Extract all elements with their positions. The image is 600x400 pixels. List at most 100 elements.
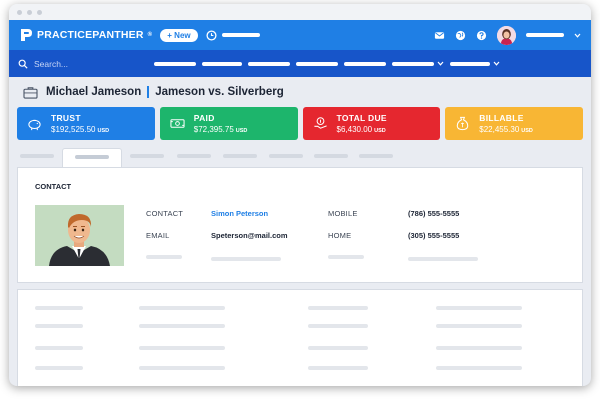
nav-label-placeholder — [392, 61, 434, 66]
row-placeholder — [308, 346, 368, 350]
contact-photo — [35, 205, 124, 266]
card-amount-line: $6,430.00 USD — [337, 125, 387, 134]
nav-item[interactable] — [248, 61, 290, 66]
new-button[interactable]: + New — [160, 28, 198, 42]
piggy-bank-icon — [28, 119, 41, 131]
search-icon — [18, 59, 28, 69]
money-bag-icon — [457, 116, 469, 131]
row-placeholder — [139, 306, 225, 310]
contact-label: CONTACT — [146, 209, 184, 218]
tab[interactable] — [177, 154, 211, 158]
total-due-card[interactable]: TOTAL DUE $6,430.00 USD — [302, 107, 441, 140]
row-placeholder — [35, 324, 83, 328]
contact-heading: CONTACT — [35, 182, 72, 191]
timer-icon[interactable] — [206, 29, 217, 41]
chevron-down-icon[interactable] — [574, 33, 581, 38]
row-placeholder — [308, 324, 368, 328]
contact-panel: CONTACT CONTACT Simon Peterson MOBILE (7… — [17, 167, 583, 283]
row-placeholder — [308, 306, 368, 310]
card-title: BILLABLE — [479, 113, 524, 123]
card-amount: $22,455.30 — [479, 125, 520, 134]
panther-logo-icon — [21, 29, 32, 41]
row-placeholder — [139, 366, 225, 370]
user-avatar[interactable] — [497, 25, 516, 45]
mail-icon[interactable] — [434, 30, 445, 41]
card-amount: $192,525.50 — [51, 125, 96, 134]
nav-label-placeholder — [450, 61, 490, 66]
top-nav-bar: PRACTICEPANTHER ® + New — [9, 20, 591, 50]
nav-item[interactable] — [202, 61, 242, 66]
search-input[interactable] — [34, 58, 114, 69]
app-window: PRACTICEPANTHER ® + New Search... Michae… — [9, 4, 591, 386]
chevron-down-icon — [493, 61, 500, 66]
billable-card[interactable]: BILLABLE $22,455.30 USD — [445, 107, 583, 140]
paid-card[interactable]: PAID $72,395.75 USD — [159, 107, 298, 140]
trust-card[interactable]: TRUST $192,525.50 USD — [17, 107, 155, 140]
nav-item[interactable] — [154, 61, 196, 66]
nav-label-placeholder — [296, 61, 338, 66]
globe-icon[interactable] — [455, 30, 466, 41]
row-placeholder — [35, 346, 83, 350]
card-amount: $72,395.75 — [193, 125, 234, 134]
nav-item[interactable] — [296, 61, 338, 66]
row-placeholder — [436, 324, 522, 328]
details-panel — [17, 289, 583, 386]
nav-item-dropdown[interactable] — [392, 61, 444, 66]
home-value: (305) 555-5555 — [408, 231, 460, 240]
summary-cards: TRUST $192,525.50 USD PAID $72,395.75 USD — [9, 107, 591, 140]
email-value: Speterson@mail.com — [211, 231, 288, 240]
card-amount: $6,430.00 — [336, 125, 373, 134]
field-placeholder — [408, 257, 478, 261]
client-name[interactable]: Michael Jameson — [46, 86, 141, 98]
brand-logo[interactable]: PRACTICEPANTHER ® — [19, 28, 152, 42]
contact-name-link[interactable]: Simon Peterson — [211, 209, 268, 218]
nav-label-placeholder — [154, 61, 196, 66]
matter-name: Jameson vs. Silverberg — [155, 86, 284, 98]
row-placeholder — [35, 306, 83, 310]
card-currency: USD — [374, 128, 386, 134]
nav-label-placeholder — [202, 61, 242, 66]
contact-photo-image — [35, 205, 124, 266]
tab[interactable] — [359, 154, 393, 158]
card-currency: USD — [97, 128, 110, 134]
tab-bar — [9, 145, 591, 168]
tab[interactable] — [223, 154, 257, 158]
tab[interactable] — [269, 154, 303, 158]
card-amount-line: $192,525.50 USD — [51, 125, 109, 134]
row-placeholder — [139, 324, 225, 328]
nav-item-dropdown[interactable] — [450, 61, 500, 66]
timer-label-placeholder — [221, 33, 260, 37]
row-placeholder — [35, 366, 83, 370]
field-placeholder — [211, 257, 281, 261]
main-nav — [154, 61, 500, 66]
cash-icon — [170, 119, 185, 128]
help-icon[interactable] — [476, 30, 487, 41]
user-avatar-image — [497, 25, 516, 45]
row-placeholder — [139, 346, 225, 350]
nav-item[interactable] — [344, 61, 386, 66]
row-placeholder — [308, 366, 368, 370]
email-label: EMAIL — [146, 231, 170, 240]
card-currency: USD — [235, 128, 248, 134]
window-dot — [17, 9, 22, 15]
mobile-value: (786) 555-5555 — [408, 209, 460, 218]
tab-label-placeholder — [75, 155, 109, 159]
tab[interactable] — [314, 154, 348, 158]
hand-coin-icon — [313, 117, 327, 129]
card-amount-line: $72,395.75 USD — [194, 125, 248, 134]
card-title: TOTAL DUE — [336, 113, 387, 123]
tab[interactable] — [20, 154, 54, 158]
nav-label-placeholder — [344, 61, 386, 66]
nav-label-placeholder — [248, 61, 290, 66]
card-title: TRUST — [51, 113, 81, 123]
field-placeholder — [146, 255, 182, 259]
row-placeholder — [436, 366, 522, 370]
row-placeholder — [436, 306, 522, 310]
tab[interactable] — [130, 154, 164, 158]
mobile-label: MOBILE — [328, 209, 358, 218]
card-amount-line: $22,455.30 USD — [479, 125, 533, 134]
chevron-down-icon — [437, 61, 444, 66]
tab-active[interactable] — [62, 148, 122, 168]
row-placeholder — [436, 346, 522, 350]
home-label: HOME — [328, 231, 352, 240]
